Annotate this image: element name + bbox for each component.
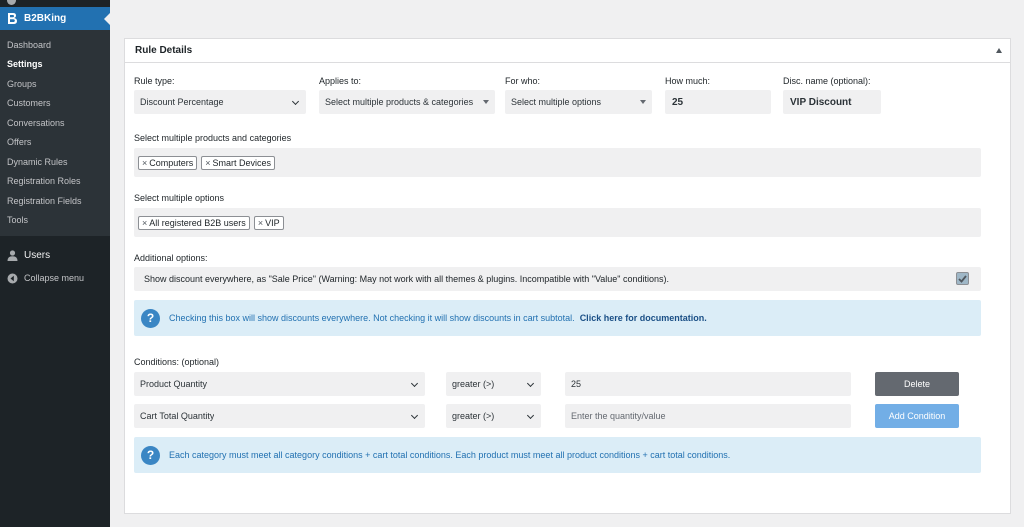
additional-options-label: Additional options: (134, 253, 208, 263)
condition-type-value: Product Quantity (140, 379, 208, 389)
add-condition-button[interactable]: Add Condition (875, 404, 959, 428)
how-much-label: How much: (665, 76, 711, 86)
collapse-menu-label: Collapse menu (24, 273, 85, 283)
condition-type-select[interactable]: Product Quantity (134, 372, 425, 396)
conditions-label: Conditions: (optional) (134, 357, 220, 367)
question-icon: ? (141, 308, 160, 328)
disc-name-label: Disc. name (optional): (783, 76, 871, 86)
rule-type-label: Rule type: (134, 76, 175, 86)
chevron-down-icon (526, 379, 535, 388)
admin-sidebar: B2BKing Dashboard Settings Groups Custom… (0, 0, 110, 527)
rule-type-select[interactable]: Discount Percentage (134, 90, 306, 114)
rule-type-value: Discount Percentage (140, 97, 224, 107)
product-tag[interactable]: × Computers (138, 155, 198, 170)
remove-tag-icon[interactable]: × (205, 158, 210, 168)
product-tag[interactable]: × Smart Devices (201, 155, 276, 170)
for-who-select[interactable]: Select multiple options (505, 90, 652, 114)
sidebar-item-conversations[interactable]: Conversations (7, 118, 65, 128)
applies-to-select[interactable]: Select multiple products & categories (319, 90, 495, 114)
rule-details-panel: Rule Details Rule type: Applies to: For … (124, 38, 1011, 514)
condition-value-placeholder: Enter the quantity/value (571, 411, 666, 421)
delete-condition-button[interactable]: Delete (875, 372, 959, 396)
conditions-info-box: ? Each category must meet all category c… (134, 437, 981, 473)
options-label: Select multiple options (134, 193, 225, 203)
panel-header[interactable]: Rule Details (125, 39, 1010, 63)
sidebar-item-b2bking[interactable]: B2BKing (0, 7, 110, 30)
b2bking-logo-icon (6, 12, 18, 26)
collapse-icon (6, 272, 18, 284)
panel-collapse-icon[interactable] (996, 48, 1002, 53)
for-who-label: For who: (505, 76, 541, 86)
products-label: Select multiple products and categories (134, 133, 292, 143)
chevron-down-icon (410, 411, 419, 420)
remove-tag-icon[interactable]: × (258, 218, 263, 228)
condition-operator-select[interactable]: greater (>) (446, 404, 541, 428)
chevron-down-icon (410, 379, 419, 388)
documentation-link[interactable]: Click here for documentation. (580, 313, 707, 323)
sidebar-item-settings[interactable]: Settings (7, 59, 43, 69)
sidebar-top-partial (0, 0, 110, 7)
sidebar-item-offers[interactable]: Offers (7, 137, 31, 147)
products-multiselect[interactable]: × Computers × Smart Devices (134, 148, 981, 177)
dropdown-arrow-icon (640, 100, 646, 104)
collapse-menu-button[interactable]: Collapse menu (0, 267, 110, 289)
remove-tag-icon[interactable]: × (142, 158, 147, 168)
sidebar-item-registration-roles[interactable]: Registration Roles (7, 176, 81, 186)
sale-price-checkbox[interactable] (956, 272, 969, 285)
condition-value-input[interactable]: 25 (565, 372, 851, 396)
menu-icon-partial (7, 0, 16, 5)
sidebar-submenu: Dashboard Settings Groups Customers Conv… (0, 30, 110, 236)
sidebar-item-dashboard[interactable]: Dashboard (7, 40, 51, 50)
sidebar-users-label: Users (24, 249, 51, 261)
panel-title: Rule Details (135, 45, 193, 56)
option-tag[interactable]: × All registered B2B users (138, 215, 250, 230)
applies-to-value: Select multiple products & categories (325, 97, 474, 107)
condition-type-select[interactable]: Cart Total Quantity (134, 404, 425, 428)
question-icon: ? (141, 445, 160, 465)
active-menu-arrow (104, 13, 110, 25)
sidebar-item-registration-fields[interactable]: Registration Fields (7, 196, 82, 206)
sidebar-brand-label: B2BKing (24, 13, 67, 24)
chevron-down-icon (526, 411, 535, 420)
chevron-down-icon (291, 97, 300, 106)
sidebar-item-dynamic-rules[interactable]: Dynamic Rules (7, 157, 68, 167)
condition-value-input[interactable]: Enter the quantity/value (565, 404, 851, 428)
sidebar-item-tools[interactable]: Tools (7, 215, 28, 225)
sale-price-option-text: Show discount everywhere, as "Sale Price… (144, 274, 670, 284)
sale-price-option-row[interactable]: Show discount everywhere, as "Sale Price… (134, 267, 981, 291)
sidebar-item-users[interactable]: Users (0, 244, 110, 266)
sale-price-info-box: ? Checking this box will show discounts … (134, 300, 981, 336)
condition-operator-select[interactable]: greater (>) (446, 372, 541, 396)
conditions-info-text: Each category must meet all category con… (169, 450, 731, 460)
option-tag[interactable]: × VIP (253, 215, 284, 230)
options-multiselect[interactable]: × All registered B2B users × VIP (134, 208, 981, 237)
remove-tag-icon[interactable]: × (142, 218, 147, 228)
sidebar-item-customers[interactable]: Customers (7, 98, 51, 108)
dropdown-arrow-icon (483, 100, 489, 104)
condition-type-value: Cart Total Quantity (140, 411, 215, 421)
sale-price-info-text: Checking this box will show discounts ev… (169, 313, 575, 323)
disc-name-input[interactable]: VIP Discount (783, 90, 881, 114)
user-icon (6, 249, 18, 261)
applies-to-label: Applies to: (319, 76, 362, 86)
sidebar-item-groups[interactable]: Groups (7, 79, 37, 89)
how-much-input[interactable]: 25 (665, 90, 771, 114)
condition-operator-value: greater (>) (452, 379, 495, 389)
condition-operator-value: greater (>) (452, 411, 495, 421)
for-who-value: Select multiple options (511, 97, 602, 107)
